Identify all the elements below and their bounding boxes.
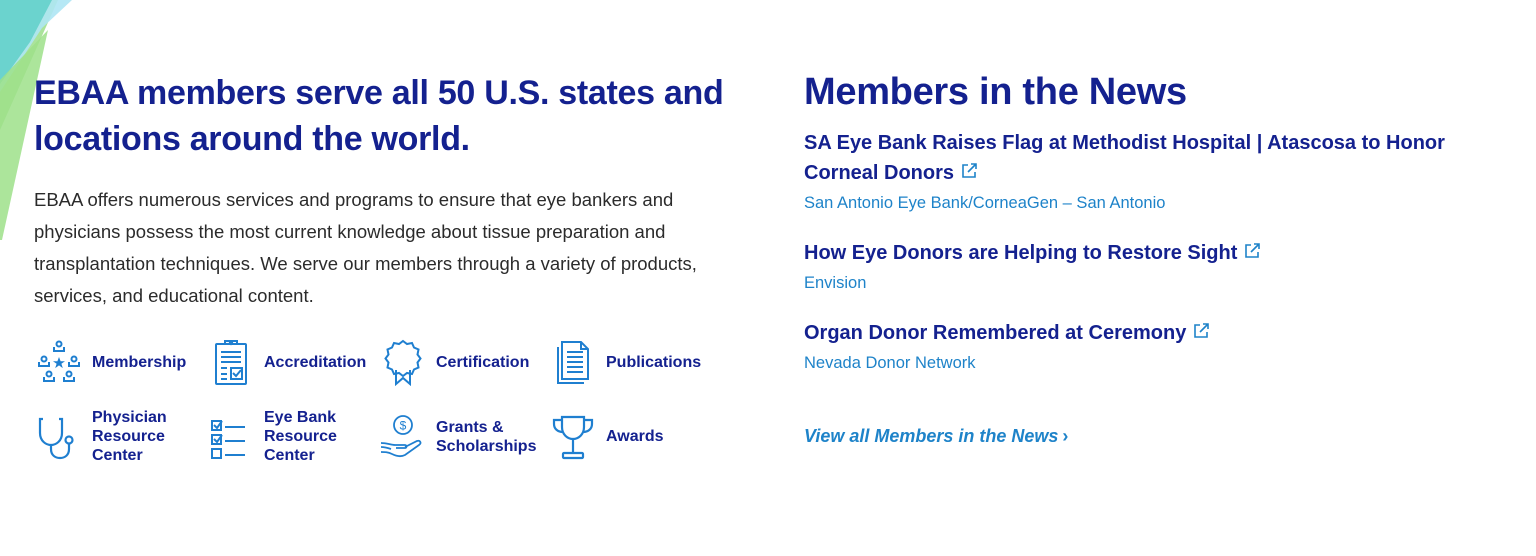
service-membership[interactable]: Membership [34,334,206,390]
trophy-icon [548,411,598,463]
service-label: Accreditation [264,353,367,371]
chevron-right-icon: › [1062,426,1069,446]
service-certification[interactable]: Certification [378,334,548,390]
section-headline: EBAA members serve all 50 U.S. states an… [34,74,724,158]
news-headline-link[interactable]: Organ Donor Remembered at Ceremony [804,322,1210,344]
membership-network-icon [34,336,84,388]
services-section: EBAA members serve all 50 U.S. states an… [34,70,734,465]
clipboard-check-icon [206,336,256,388]
external-link-icon [1245,243,1261,258]
news-list: SA Eye Bank Raises Flag at Methodist Hos… [804,128,1504,376]
documents-icon [548,336,598,388]
view-all-label: View all Members in the News [804,426,1059,446]
news-headline-link[interactable]: How Eye Donors are Helping to Restore Si… [804,242,1261,264]
news-item: Organ Donor Remembered at Ceremony Nevad… [804,318,1504,376]
news-headline: How Eye Donors are Helping to Restore Si… [804,242,1238,264]
services-grid: Membership Accreditation Certification P… [34,334,734,465]
news-item: SA Eye Bank Raises Flag at Methodist Hos… [804,128,1504,216]
service-label: Awards [606,428,664,445]
news-headline: SA Eye Bank Raises Flag at Methodist Hos… [804,132,1445,184]
stethoscope-icon [34,411,84,463]
service-awards[interactable]: Awards [548,408,718,465]
view-all-news-link[interactable]: View all Members in the News › [804,426,1068,447]
svg-text:$: $ [400,418,407,432]
service-publications[interactable]: Publications [548,334,718,390]
service-label: Eye Bank Resource Center [264,409,337,464]
news-source: San Antonio Eye Bank/CorneaGen – San Ant… [804,194,1166,212]
service-label: Grants & Scholarships [436,418,537,455]
service-grants-scholarships[interactable]: $ Grants & Scholarships [378,408,548,465]
news-section-title: Members in the News [804,71,1187,113]
service-eye-bank-resource-center[interactable]: Eye Bank Resource Center [206,408,378,465]
service-label: Publications [606,353,702,371]
external-link-icon [962,163,977,178]
ribbon-badge-icon [378,336,428,388]
service-physician-resource-center[interactable]: Physician Resource Center [34,408,206,465]
news-source: Envision [804,274,867,292]
members-in-the-news: Members in the News SA Eye Bank Raises F… [804,70,1504,447]
checklist-icon [206,411,256,463]
service-label: Certification [436,353,530,371]
external-link-icon [1194,323,1210,338]
intro-paragraph: EBAA offers numerous services and progra… [34,189,697,306]
news-headline-link[interactable]: SA Eye Bank Raises Flag at Methodist Hos… [804,132,1445,184]
news-headline: Organ Donor Remembered at Ceremony [804,322,1187,344]
service-accreditation[interactable]: Accreditation [206,334,378,390]
service-label: Membership [92,353,187,371]
news-item: How Eye Donors are Helping to Restore Si… [804,238,1504,296]
news-source: Nevada Donor Network [804,354,976,372]
service-label: Physician Resource Center [92,409,167,464]
hand-dollar-icon: $ [378,411,428,463]
